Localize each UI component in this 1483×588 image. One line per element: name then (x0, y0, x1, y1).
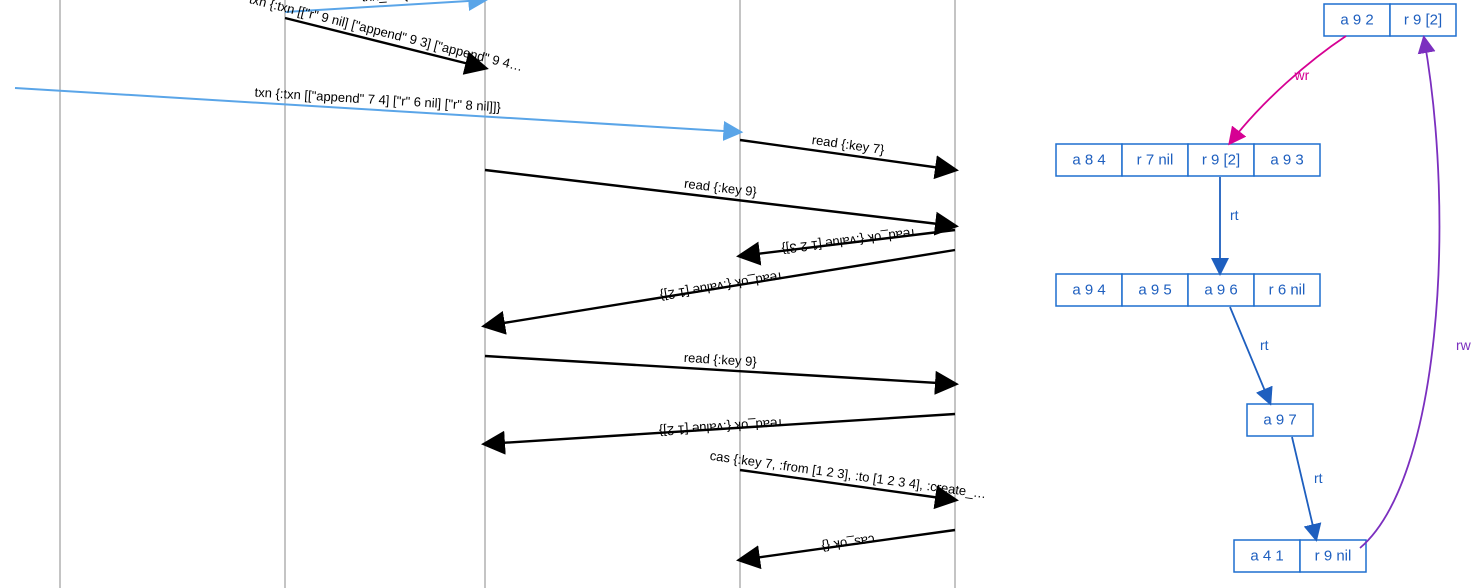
txn-node: a 9 4 a 9 5 a 9 6 r 6 nil (1056, 274, 1320, 306)
dependency-edge (1230, 36, 1346, 143)
txn-node: a 9 7 (1247, 404, 1313, 436)
sequence-message-label: txn_ok { (361, 0, 409, 4)
txn-op-label: a 8 4 (1072, 152, 1105, 169)
txn-op-label: a 9 4 (1072, 282, 1105, 299)
dependency-edge-label: rt (1260, 337, 1269, 353)
sequence-message-label: read_ok {:value [1 2 3]} (780, 226, 915, 257)
txn-dependency-graph: a 9 2 r 9 [2] a 8 4 r 7 nil r 9 [2] a 9 3 a 9 … (1056, 4, 1472, 572)
txn-op-label: r 7 nil (1137, 152, 1174, 169)
txn-op-label: r 9 nil (1315, 548, 1352, 565)
txn-op-label: a 4 1 (1250, 548, 1283, 565)
txn-node: a 9 2 r 9 [2] (1324, 4, 1456, 36)
sequence-message-label: read_ok {:value [1 2]} (658, 269, 782, 304)
diagram-canvas: txn_ok {txn {:txn [["r" 9 nil] ["append"… (0, 0, 1483, 588)
sequence-message-label: read_ok {:value [1 2]} (658, 416, 782, 439)
sequence-message-label: read {:key 9} (683, 350, 757, 369)
txn-op-label: a 9 6 (1204, 282, 1237, 299)
sequence-diagram: txn_ok {txn {:txn [["r" 9 nil] ["append"… (15, 0, 987, 588)
dependency-edge-label: rt (1314, 470, 1323, 486)
dependency-edge (1360, 38, 1439, 548)
sequence-message-label: cas_ok {} (820, 532, 876, 554)
sequence-message-label: cas {:key 7, :from [1 2 3], :to [1 2 3 4… (709, 448, 987, 501)
txn-op-label: a 9 2 (1340, 12, 1373, 29)
txn-op-label: r 9 [2] (1404, 12, 1442, 29)
dependency-edge (1292, 437, 1316, 539)
dependency-edge-label: rw (1456, 337, 1472, 353)
txn-op-label: a 9 7 (1263, 412, 1296, 429)
txn-op-label: r 9 [2] (1202, 152, 1240, 169)
sequence-message-arrow (485, 170, 955, 226)
txn-node: a 8 4 r 7 nil r 9 [2] a 9 3 (1056, 144, 1320, 176)
dependency-edge-label: rt (1230, 207, 1239, 223)
txn-op-label: a 9 5 (1138, 282, 1171, 299)
dependency-edge-label: wr (1294, 67, 1310, 83)
txn-op-label: r 6 nil (1269, 282, 1306, 299)
dependency-edge (1230, 307, 1270, 403)
sequence-message-label: read {:key 7} (811, 132, 886, 157)
txn-node: a 4 1 r 9 nil (1234, 540, 1366, 572)
sequence-message-label: txn {:txn [["r" 9 nil] ["append" 9 3] ["… (248, 0, 525, 74)
txn-op-label: a 9 3 (1270, 152, 1303, 169)
